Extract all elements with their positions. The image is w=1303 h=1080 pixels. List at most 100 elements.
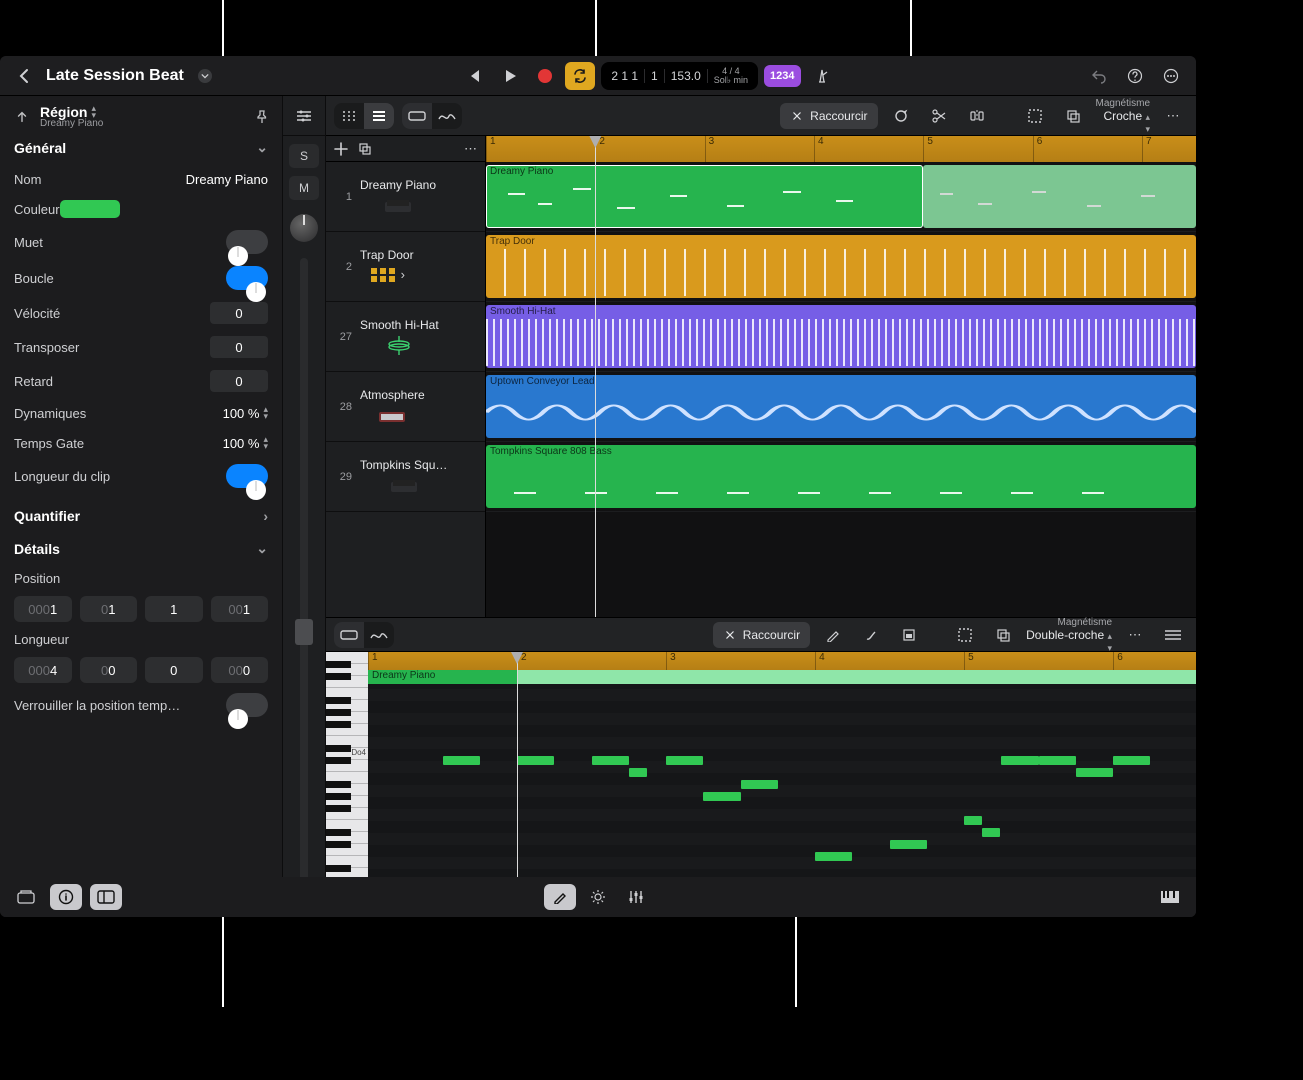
- lcd-sig-bot[interactable]: Sol♭ min: [714, 76, 748, 85]
- midi-note[interactable]: [703, 792, 740, 801]
- track-lane[interactable]: Dreamy Piano: [486, 162, 1196, 232]
- pr-snap-control[interactable]: Magnétisme Double-croche ▴▾: [1026, 617, 1112, 653]
- view-list-button[interactable]: [364, 103, 394, 129]
- back-button[interactable]: [10, 62, 40, 90]
- filter-icon[interactable]: [289, 102, 319, 130]
- midi-note[interactable]: [666, 756, 703, 765]
- pr-copy-button[interactable]: [988, 622, 1018, 648]
- help-button[interactable]: [1120, 62, 1150, 90]
- snap-control[interactable]: Magnétisme Croche ▴▾: [1096, 98, 1150, 134]
- track-header[interactable]: 1 Dreamy Piano: [326, 162, 485, 232]
- midi-note[interactable]: [517, 756, 554, 765]
- transpose-field[interactable]: 0: [210, 336, 268, 358]
- edit-button[interactable]: [544, 884, 576, 910]
- midi-note[interactable]: [741, 780, 778, 789]
- velocity-button[interactable]: [894, 622, 924, 648]
- midi-note[interactable]: [890, 840, 927, 849]
- midi-note[interactable]: [592, 756, 629, 765]
- keyboard-button[interactable]: [1154, 884, 1186, 910]
- name-value[interactable]: Dreamy Piano: [186, 172, 268, 187]
- pr-region-view[interactable]: [334, 622, 364, 648]
- pr-more-button[interactable]: ⋯: [1120, 622, 1150, 648]
- pr-automation-view[interactable]: [364, 622, 394, 648]
- len-div[interactable]: 0: [145, 657, 203, 683]
- lcd-display[interactable]: 2 1 1 1 153.0 4 / 4 Sol♭ min: [601, 62, 758, 90]
- pr-ruler[interactable]: 1 2 3 4 5 6: [368, 652, 1196, 670]
- view-grid-button[interactable]: [334, 103, 364, 129]
- region[interactable]: Uptown Conveyor Lead: [486, 375, 1196, 438]
- playhead[interactable]: [595, 136, 596, 617]
- pan-knob[interactable]: [290, 214, 318, 242]
- region[interactable]: Dreamy Piano: [486, 165, 923, 228]
- metronome-button[interactable]: [807, 62, 837, 90]
- volume-fader[interactable]: [300, 258, 308, 881]
- track-lane[interactable]: Smooth Hi-Hat: [486, 302, 1196, 372]
- region-loop[interactable]: [923, 165, 1196, 228]
- stepper-icon[interactable]: ▴▾: [263, 406, 268, 420]
- track-header[interactable]: 2 Trap Door ›: [326, 232, 485, 302]
- trim-tool[interactable]: Raccourcir: [780, 103, 877, 129]
- duplicate-track-button[interactable]: [358, 142, 372, 156]
- midi-note[interactable]: [1076, 768, 1113, 777]
- pr-marquee-button[interactable]: [950, 622, 980, 648]
- project-title[interactable]: Late Session Beat: [46, 67, 184, 85]
- solo-button[interactable]: S: [289, 144, 319, 168]
- track-header[interactable]: 27 Smooth Hi-Hat: [326, 302, 485, 372]
- lock-switch[interactable]: [226, 693, 268, 717]
- midi-note[interactable]: [1113, 756, 1150, 765]
- fx-button[interactable]: [582, 884, 614, 910]
- pr-list-icon[interactable]: [1158, 622, 1188, 648]
- section-details[interactable]: Détails: [14, 541, 60, 557]
- pos-div[interactable]: 1: [145, 596, 203, 622]
- midi-note[interactable]: [443, 756, 480, 765]
- midi-note[interactable]: [1001, 756, 1038, 765]
- midi-note[interactable]: [815, 852, 852, 861]
- arrange-more-button[interactable]: ⋯: [1158, 103, 1188, 129]
- brush-button[interactable]: [856, 622, 886, 648]
- lcd-tempo[interactable]: 153.0: [665, 69, 708, 83]
- cycle-button[interactable]: [565, 62, 595, 90]
- stepper-icon[interactable]: ▴▾: [263, 436, 268, 450]
- marquee-button[interactable]: [1020, 103, 1050, 129]
- len-beats[interactable]: 00: [80, 657, 138, 683]
- pos-beats[interactable]: 01: [80, 596, 138, 622]
- color-swatch[interactable]: [60, 200, 120, 218]
- pin-button[interactable]: [254, 109, 270, 125]
- rewind-button[interactable]: [459, 62, 489, 90]
- dynamics-value[interactable]: 100 %: [223, 406, 260, 421]
- section-quantize[interactable]: Quantifier: [14, 508, 80, 524]
- track-lane[interactable]: Tompkins Square 808 Bass: [486, 442, 1196, 512]
- count-in-badge[interactable]: 1234: [764, 65, 800, 87]
- section-general[interactable]: Général: [14, 140, 66, 156]
- undo-button[interactable]: [1084, 62, 1114, 90]
- region[interactable]: Smooth Hi-Hat: [486, 305, 1196, 368]
- pr-trim-tool[interactable]: Raccourcir: [713, 622, 810, 648]
- tracklist-more-button[interactable]: ⋯: [464, 141, 477, 157]
- mixer-button[interactable]: [620, 884, 652, 910]
- arrange-canvas[interactable]: 1 2 3 4 5 6 7 Dreamy Piano: [486, 136, 1196, 617]
- mute-switch[interactable]: [226, 230, 268, 254]
- copy-button[interactable]: [1058, 103, 1088, 129]
- project-menu-icon[interactable]: [198, 69, 212, 83]
- lcd-position[interactable]: 2 1 1: [605, 69, 645, 83]
- add-track-button[interactable]: [334, 142, 348, 156]
- track-lane[interactable]: Uptown Conveyor Lead: [486, 372, 1196, 442]
- midi-note[interactable]: [629, 768, 647, 777]
- loop-tool-button[interactable]: [886, 103, 916, 129]
- track-header[interactable]: 29 Tompkins Squ…: [326, 442, 485, 512]
- midi-note[interactable]: [1039, 756, 1076, 765]
- region[interactable]: Trap Door: [486, 235, 1196, 298]
- library-button[interactable]: [10, 884, 42, 910]
- velocity-field[interactable]: 0: [210, 302, 268, 324]
- split-ab-button[interactable]: [962, 103, 992, 129]
- play-button[interactable]: [495, 62, 525, 90]
- region[interactable]: Tompkins Square 808 Bass: [486, 445, 1196, 508]
- gate-value[interactable]: 100 %: [223, 436, 260, 451]
- len-bars[interactable]: 0004: [14, 657, 72, 683]
- midi-note[interactable]: [964, 816, 982, 825]
- track-lane[interactable]: Trap Door: [486, 232, 1196, 302]
- pos-bars[interactable]: 00000011: [14, 596, 72, 622]
- mute-button[interactable]: M: [289, 176, 319, 200]
- pencil-button[interactable]: [818, 622, 848, 648]
- automation-view-button[interactable]: [432, 103, 462, 129]
